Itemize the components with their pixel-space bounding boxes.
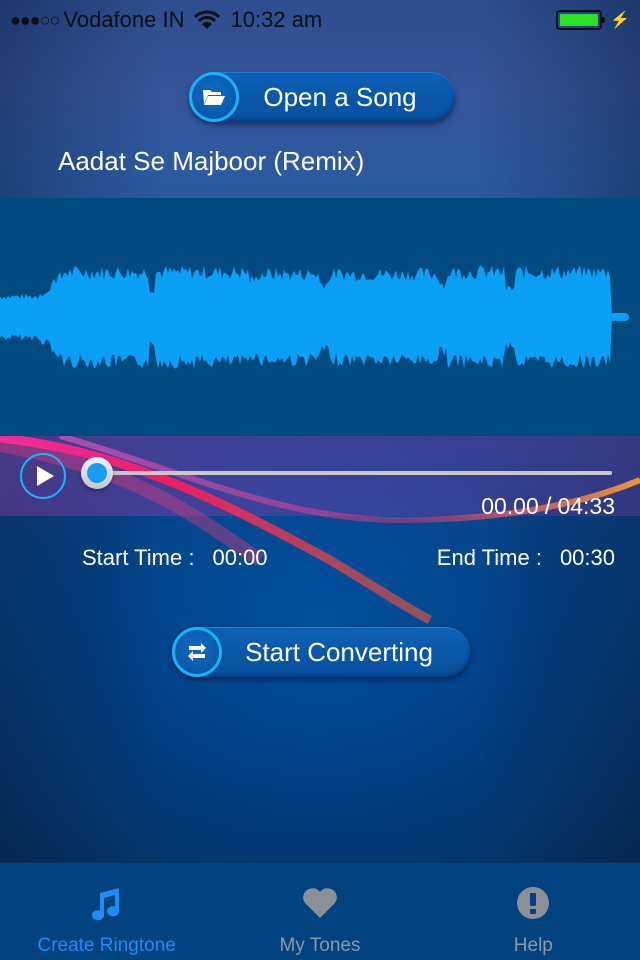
folder-open-icon [189, 72, 239, 122]
seek-slider-track[interactable] [96, 471, 612, 475]
tab-bar: Create Ringtone My Tones Help [0, 862, 640, 960]
tab-label: My Tones [279, 935, 361, 956]
wifi-icon [194, 10, 221, 29]
end-time[interactable]: End Time : 00:30 [437, 545, 615, 571]
time-separator: / [544, 493, 552, 520]
tab-my-tones[interactable]: My Tones [213, 863, 426, 960]
duration: 04:33 [557, 493, 615, 519]
end-time-value: 00:30 [559, 545, 615, 570]
end-time-label: End Time : [436, 545, 542, 570]
repeat-icon [172, 627, 222, 677]
waveform-shape [0, 265, 629, 369]
music-note-icon [89, 883, 125, 923]
signal-strength-icon: ●●●○○ [10, 9, 60, 30]
tab-label: Create Ringtone [37, 935, 176, 956]
open-song-button[interactable]: Open a Song [189, 72, 455, 122]
start-time-label: Start Time : [82, 545, 195, 570]
status-bar: ●●●○○ Vodafone IN 10:32 am ⚡ [0, 0, 640, 40]
time-readout: 00.00 / 04:33 [481, 493, 615, 521]
start-converting-button[interactable]: Start Converting [172, 627, 470, 677]
start-time[interactable]: Start Time : 00:00 [82, 545, 268, 571]
current-time: 00.00 [481, 493, 539, 519]
start-converting-label: Start Converting [245, 636, 433, 667]
open-song-label: Open a Song [263, 81, 417, 112]
carrier-name: Vodafone IN [63, 7, 185, 32]
start-time-value: 00:00 [212, 545, 268, 570]
waveform [0, 265, 629, 369]
play-icon [37, 466, 54, 486]
tab-help[interactable]: Help [427, 863, 640, 960]
heart-icon [301, 883, 339, 923]
waveform-panel[interactable] [0, 198, 640, 436]
seek-slider-thumb[interactable] [81, 457, 113, 489]
charging-bolt-icon: ⚡ [610, 12, 630, 29]
play-button[interactable] [20, 453, 66, 499]
song-title: Aadat Se Majboor (Remix) [58, 146, 365, 176]
tab-create-ringtone[interactable]: Create Ringtone [0, 863, 213, 960]
tab-label: Help [513, 935, 553, 956]
battery-icon [556, 10, 606, 30]
clock: 10:32 am [230, 7, 323, 32]
exclamation-icon [516, 883, 550, 923]
